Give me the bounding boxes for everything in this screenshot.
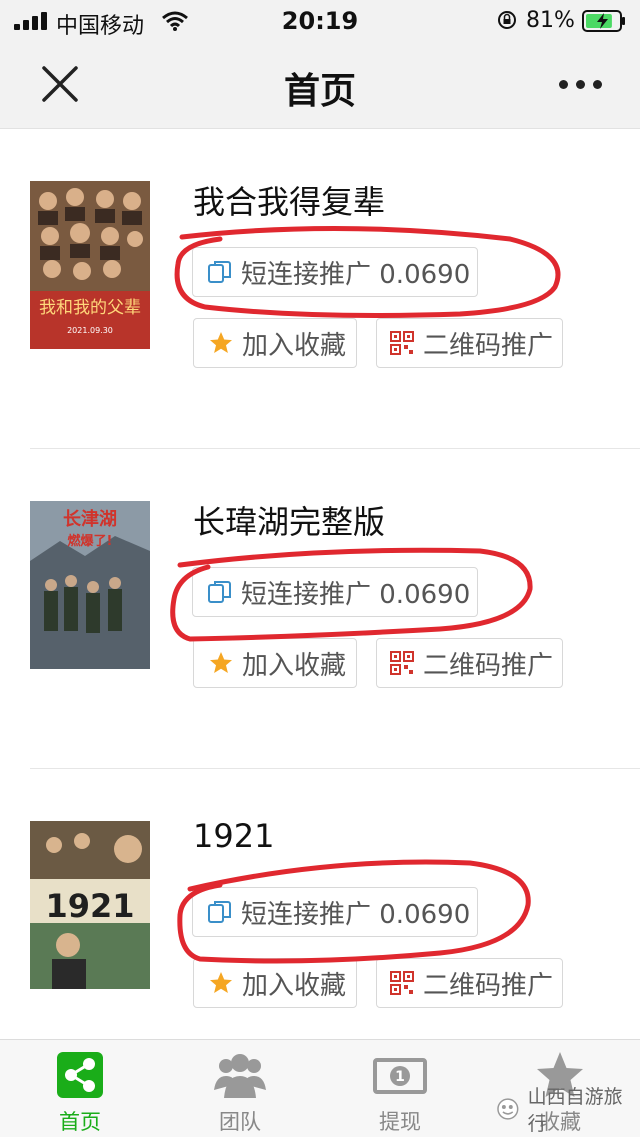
favorite-label: 加入收藏 <box>242 970 347 1001</box>
poster-title-text: 我和我的父辈 <box>39 298 141 318</box>
short-link-promote-button[interactable]: 短连接推广 0.0690 <box>192 887 478 937</box>
qr-code-icon <box>390 651 414 675</box>
favorite-label: 加入收藏 <box>242 330 347 361</box>
cash-icon: 1 <box>373 1058 427 1094</box>
wechat-channel-icon <box>497 1098 519 1120</box>
short-link-label: 短连接推广 0.0690 <box>241 259 471 290</box>
nav-bar: 首页 <box>0 42 640 129</box>
watermark: 山西自游旅行 <box>496 1086 640 1135</box>
short-link-label: 短连接推广 0.0690 <box>241 899 471 930</box>
more-dots-icon[interactable] <box>556 72 606 96</box>
qr-label: 二维码推广 <box>423 330 554 361</box>
short-link-promote-button[interactable]: 短连接推广 0.0690 <box>192 247 478 297</box>
qr-label: 二维码推广 <box>423 650 554 681</box>
tab-team[interactable]: 团队 <box>185 1040 295 1137</box>
copy-link-icon <box>208 901 231 923</box>
movie-title[interactable]: 长瑋湖完整版 <box>193 497 385 543</box>
movie-poster[interactable]: 长津湖 燃爆了! <box>30 501 150 669</box>
tab-label: 团队 <box>219 1110 261 1134</box>
team-icon <box>214 1054 266 1098</box>
qr-code-icon <box>390 331 414 355</box>
add-favorite-button[interactable]: 加入收藏 <box>193 958 357 1008</box>
favorite-label: 加入收藏 <box>242 650 347 681</box>
movie-poster[interactable]: 我和我的父辈 2021.09.30 <box>30 181 150 349</box>
page-title: 首页 <box>283 71 356 112</box>
add-favorite-button[interactable]: 加入收藏 <box>193 318 357 368</box>
movie-list: 我和我的父辈 2021.09.30 我合我得复辈 短连接推广 0.0690 加入… <box>0 129 640 1039</box>
qr-promote-button[interactable]: 二维码推广 <box>376 318 563 368</box>
star-icon <box>210 972 232 993</box>
qr-promote-button[interactable]: 二维码推广 <box>376 958 563 1008</box>
tab-label: 首页 <box>59 1110 101 1134</box>
star-icon <box>210 652 232 673</box>
copy-link-icon <box>208 581 231 603</box>
battery-icon <box>582 10 625 32</box>
qr-code-icon <box>390 971 414 995</box>
rotation-lock-icon <box>498 11 516 29</box>
star-icon <box>210 332 232 353</box>
qr-promote-button[interactable]: 二维码推广 <box>376 638 563 688</box>
add-favorite-button[interactable]: 加入收藏 <box>193 638 357 688</box>
bottom-tab-bar: 首页 团队 1 提现 收藏 山西自游旅行 <box>0 1039 640 1137</box>
tab-home[interactable]: 首页 <box>25 1040 135 1137</box>
short-link-label: 短连接推广 0.0690 <box>241 579 471 610</box>
tab-label: 提现 <box>379 1110 421 1134</box>
copy-link-icon <box>208 261 231 283</box>
short-link-promote-button[interactable]: 短连接推广 0.0690 <box>192 567 478 617</box>
list-item: 长津湖 燃爆了! 长瑋湖完整版 短连接推广 0.0690 加入收藏 二维码推广 <box>0 449 640 769</box>
tab-withdraw[interactable]: 1 提现 <box>345 1040 455 1137</box>
movie-poster[interactable]: 1921 <box>30 821 150 989</box>
poster-subtitle-text: 燃爆了! <box>68 533 113 549</box>
qr-label: 二维码推广 <box>423 970 554 1001</box>
svg-text:1: 1 <box>395 1069 405 1085</box>
movie-title[interactable]: 我合我得复辈 <box>193 177 385 223</box>
movie-title[interactable]: 1921 <box>193 817 274 855</box>
status-bar: 中国移动 20:19 81% <box>0 0 640 42</box>
poster-title-text: 长津湖 <box>63 508 117 530</box>
poster-date-text: 2021.09.30 <box>67 326 113 335</box>
share-icon <box>57 1052 103 1098</box>
list-item: 我和我的父辈 2021.09.30 我合我得复辈 短连接推广 0.0690 加入… <box>0 129 640 449</box>
battery-percent: 81% <box>526 8 575 33</box>
watermark-text: 山西自游旅行 <box>527 1086 623 1135</box>
poster-title-text: 1921 <box>45 887 134 925</box>
